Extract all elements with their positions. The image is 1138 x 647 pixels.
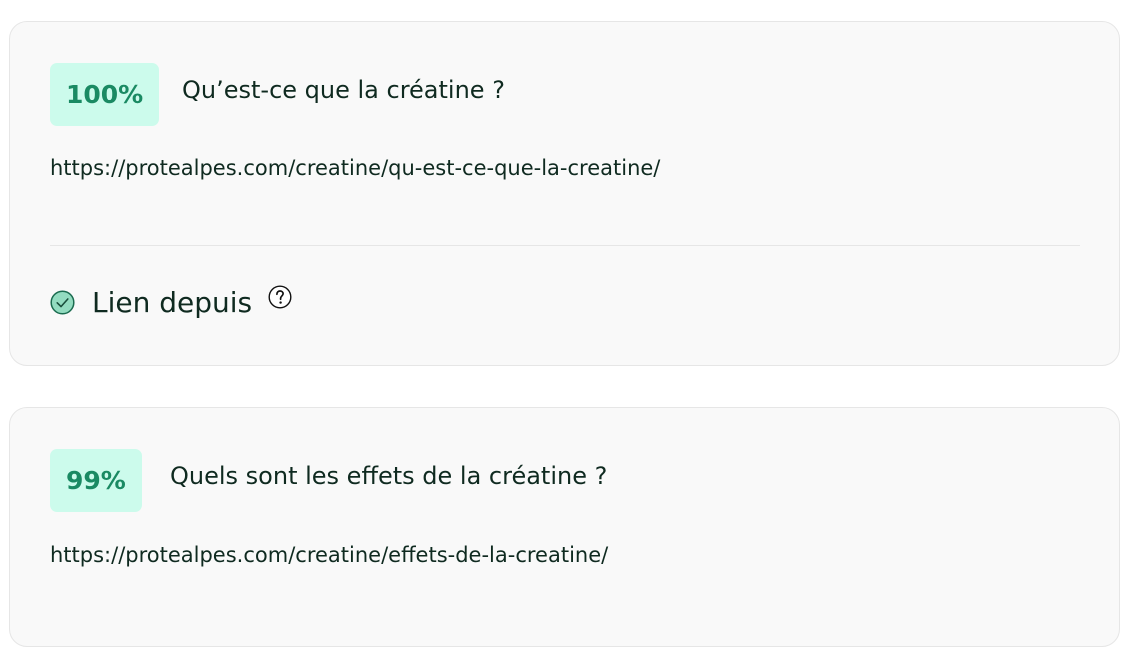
score-badge: 100% — [50, 63, 160, 126]
link-from-row[interactable]: Lien depuis — [50, 284, 292, 320]
result-url[interactable]: https://protealpes.com/creatine/qu-est-c… — [50, 156, 660, 180]
card-divider — [50, 245, 1080, 246]
result-title: Qu’est-ce que la créatine ? — [182, 76, 505, 104]
score-badge: 99% — [50, 449, 142, 512]
check-circle-icon — [50, 289, 75, 315]
result-card: 100% Qu’est-ce que la créatine ? https:/… — [9, 21, 1120, 366]
result-url[interactable]: https://protealpes.com/creatine/effets-d… — [50, 543, 608, 567]
result-card: 99% Quels sont les effets de la créatine… — [9, 407, 1120, 647]
result-title: Quels sont les effets de la créatine ? — [170, 462, 608, 490]
question-circle-icon[interactable] — [268, 285, 292, 309]
link-from-label: Lien depuis — [92, 285, 253, 319]
